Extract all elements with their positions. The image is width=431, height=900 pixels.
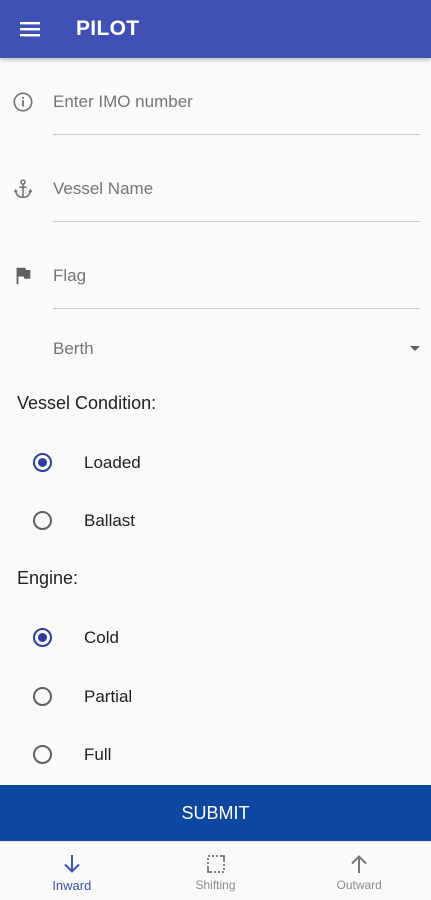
nav-item-shifting[interactable]: Shifting — [144, 842, 288, 900]
vessel-condition-label: Vessel Condition: — [17, 393, 157, 413]
anchor-icon — [13, 179, 33, 199]
loaded-radio[interactable] — [33, 453, 52, 472]
flag-input[interactable] — [53, 262, 420, 290]
bottom-navigation: Inward Shifting Outward — [0, 841, 431, 900]
berth-value: Berth — [53, 339, 94, 358]
shifting-icon — [206, 855, 225, 873]
menu-icon — [20, 22, 40, 37]
imo-underline — [53, 134, 420, 135]
ballast-label: Ballast — [84, 511, 136, 530]
radio-option-full[interactable]: Full — [0, 729, 431, 779]
loaded-label: Loaded — [84, 453, 141, 472]
radio-option-partial[interactable]: Partial — [0, 671, 431, 721]
vessel-name-underline — [53, 221, 420, 222]
submit-button[interactable]: SUBMIT — [0, 785, 431, 841]
full-radio[interactable] — [33, 745, 52, 764]
radio-option-ballast[interactable]: Ballast — [0, 495, 431, 545]
nav-item-outward[interactable]: Outward — [287, 842, 431, 900]
partial-label: Partial — [84, 687, 133, 706]
nav-item-inward[interactable]: Inward — [0, 842, 144, 900]
info-icon — [13, 92, 33, 112]
vessel-name-field-container — [0, 157, 431, 243]
imo-field-container — [0, 70, 431, 156]
nav-label-shifting: Shifting — [195, 878, 236, 892]
app-title: PILOT — [76, 17, 140, 40]
ballast-radio[interactable] — [33, 511, 52, 530]
berth-dropdown[interactable]: Berth — [53, 332, 423, 366]
cold-label: Cold — [84, 628, 119, 647]
flag-underline — [53, 308, 420, 309]
engine-label: Engine: — [17, 568, 79, 588]
dropdown-caret-icon — [410, 346, 420, 351]
vessel-name-input[interactable] — [53, 175, 420, 203]
arrow-up-icon — [351, 855, 367, 873]
nav-label-inward: Inward — [52, 878, 92, 893]
app-bar: PILOT — [0, 0, 431, 58]
partial-radio[interactable] — [33, 687, 52, 706]
radio-option-cold[interactable]: Cold — [0, 612, 431, 662]
cold-radio[interactable] — [33, 628, 52, 647]
flag-icon — [16, 267, 31, 285]
nav-label-outward: Outward — [336, 878, 382, 892]
menu-button[interactable] — [0, 0, 60, 58]
flag-field-container — [0, 244, 431, 330]
full-label: Full — [84, 745, 112, 764]
imo-input[interactable] — [53, 88, 420, 116]
radio-option-loaded[interactable]: Loaded — [0, 437, 431, 487]
arrow-down-icon — [64, 855, 80, 873]
